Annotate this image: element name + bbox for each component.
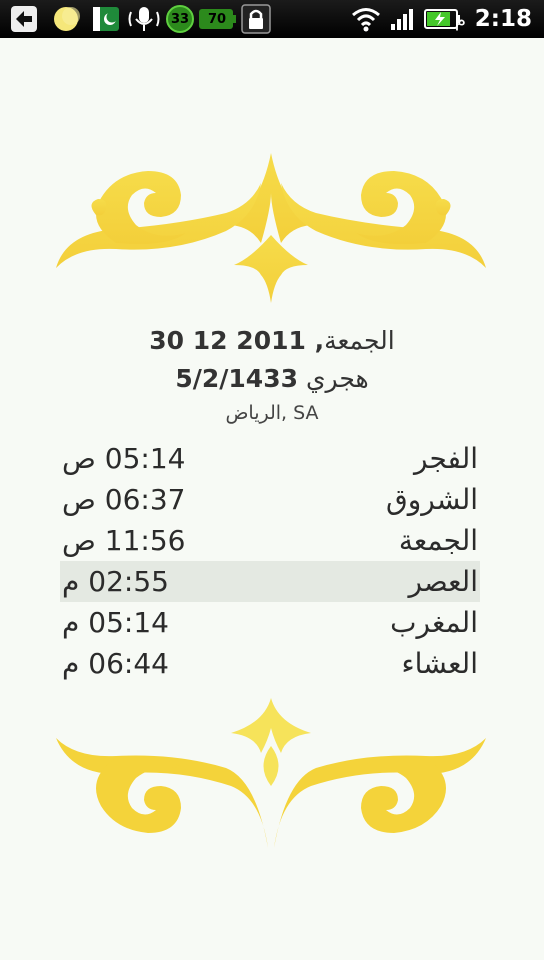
- prayer-row-jumuah[interactable]: الجمعة 11:56 ص: [60, 520, 480, 561]
- bottom-ornament-icon: [56, 698, 486, 848]
- prayer-times-screen: الجمعة, 2011 12 30 هجري 5/2/1433 الرياض,…: [0, 38, 544, 960]
- date-numbers: 2011 12 30: [149, 326, 306, 355]
- lock-icon: [240, 4, 272, 34]
- hijri-label: هجري: [305, 364, 369, 393]
- battery-percent-icon: 70: [198, 4, 236, 34]
- signal-icon: [388, 4, 418, 34]
- status-ampm: م: [454, 10, 466, 31]
- prayer-name: الجمعة: [398, 524, 478, 557]
- status-time: 2:18: [474, 6, 532, 32]
- moon-icon: [50, 4, 82, 34]
- prayer-time: 05:14 ص: [62, 442, 186, 475]
- status-bar: 33 70 م 2:18: [0, 0, 544, 38]
- prayer-name: العشاء: [401, 647, 479, 680]
- prayer-row-maghrib[interactable]: المغرب 05:14 م: [60, 602, 480, 643]
- wifi-icon: [350, 4, 382, 34]
- prayer-name: المغرب: [390, 606, 478, 639]
- temperature-value: 33: [170, 11, 190, 27]
- prayer-name: الشروق: [386, 483, 478, 516]
- date-day: الجمعة: [324, 326, 395, 355]
- prayer-row-asr[interactable]: العصر 02:55 م: [60, 561, 480, 602]
- temperature-icon: 33: [164, 4, 196, 34]
- hijri-date: هجري 5/2/1433: [0, 364, 544, 393]
- prayer-name: العصر: [408, 565, 478, 598]
- top-ornament-icon: [56, 153, 486, 303]
- location-label: الرياض, SA: [225, 402, 319, 424]
- back-arrow-icon: [8, 4, 40, 34]
- prayer-row-isha[interactable]: العشاء 06:44 م: [60, 643, 480, 684]
- prayer-row-fajr[interactable]: الفجر 05:14 ص: [60, 438, 480, 479]
- prayer-name: الفجر: [414, 442, 478, 475]
- prayer-time: 05:14 م: [62, 606, 169, 639]
- prayer-time: 06:37 ص: [62, 483, 186, 516]
- prayer-time: 11:56 ص: [62, 524, 186, 557]
- flag-icon: [90, 4, 122, 34]
- prayer-list: الفجر 05:14 ص الشروق 06:37 ص الجمعة 11:5…: [60, 438, 480, 684]
- microphone-icon: [126, 4, 162, 34]
- gregorian-date: الجمعة, 2011 12 30: [149, 326, 395, 355]
- prayer-time: 02:55 م: [62, 565, 169, 598]
- prayer-time: 06:44 م: [62, 647, 169, 680]
- prayer-row-sunrise[interactable]: الشروق 06:37 ص: [60, 479, 480, 520]
- battery-percent-value: 70: [207, 11, 227, 27]
- hijri-numbers: 5/2/1433: [175, 364, 298, 393]
